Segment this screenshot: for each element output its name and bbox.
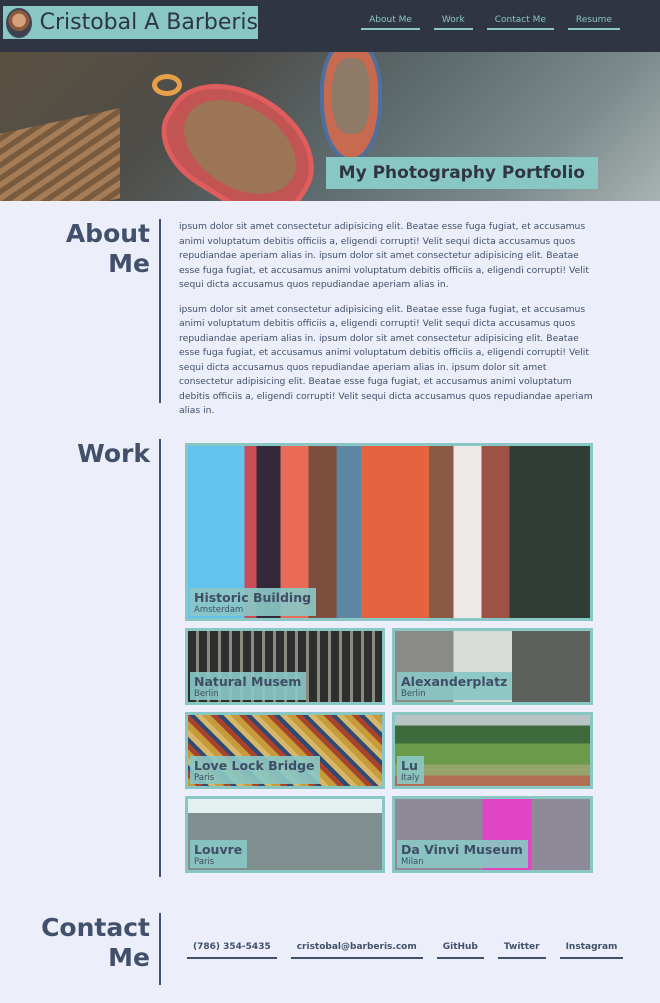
work-tile-da-vinvi-museum[interactable]: Da Vinvi Museum Milan [392,796,593,873]
hero-tagline: My Photography Portfolio [325,157,598,189]
contact-twitter-link[interactable]: Twitter [497,942,546,959]
tile-caption: Lu Italy [397,756,425,784]
contact-title-line1: Contact [41,913,150,942]
about-paragraph: ipsum dolor sit amet consectetur adipisi… [179,303,593,417]
nav-resume[interactable]: Resume [567,15,620,30]
about-title-line2: Me [108,249,150,278]
tile-city: Paris [194,857,215,867]
tile-city: Berlin [194,689,219,699]
brand[interactable]: Cristobal A Barberis [3,6,258,39]
tile-caption: Alexanderplatz Berlin [397,672,513,700]
tile-caption: Natural Musem Berlin [190,672,307,700]
tile-title: Da Vinvi Museum [401,842,523,857]
contact-links: (786) 354-5435 cristobal@barberis.com Gi… [187,942,624,959]
work-tile-natural-musem[interactable]: Natural Musem Berlin [185,628,385,705]
nav-work[interactable]: Work [433,15,473,30]
tile-caption: Louvre Paris [190,840,248,868]
work-divider [159,439,161,877]
contact-phone-link[interactable]: (786) 354-5435 [187,942,277,959]
tile-title: Love Lock Bridge [194,758,315,773]
contact-instagram-link[interactable]: Instagram [559,942,624,959]
work-tile-love-lock-bridge[interactable]: Love Lock Bridge Paris [185,712,385,789]
about-title-line1: About [65,219,150,248]
nav-contact-me[interactable]: Contact Me [486,15,554,30]
about-title: About Me [40,219,150,279]
about-divider [159,219,161,403]
work-title: Work [77,439,150,468]
tile-city: Paris [194,773,215,783]
work-tile-lu[interactable]: Lu Italy [392,712,593,789]
tile-title: Historic Building [194,590,312,605]
site-name: Cristobal A Barberis [39,10,258,35]
about-text: ipsum dolor sit amet consectetur adipisi… [179,220,599,429]
main-nav: About Me Work Contact Me Resume [361,15,620,30]
contact-divider [159,913,161,985]
contact-title-line2: Me [108,943,150,972]
tile-caption: Historic Building Amsterdam [190,588,317,616]
tile-title: Louvre [194,842,243,857]
tile-title: Lu [401,758,418,773]
work-tile-alexanderplatz[interactable]: Alexanderplatz Berlin [392,628,593,705]
tile-city: Amsterdam [194,605,244,615]
hero-dock-image [0,108,120,201]
tile-title: Natural Musem [194,674,302,689]
contact-github-link[interactable]: GitHub [436,942,484,959]
tile-caption: Da Vinvi Museum Milan [397,840,528,868]
work-tile-louvre[interactable]: Louvre Paris [185,796,385,873]
work-tile-historic-building[interactable]: Historic Building Amsterdam [185,443,593,621]
about-paragraph: ipsum dolor sit amet consectetur adipisi… [179,221,589,290]
site-header: Cristobal A Barberis About Me Work Conta… [0,0,660,52]
contact-title: Contact Me [40,913,150,973]
tile-title: Alexanderplatz [401,674,508,689]
avatar [6,7,32,38]
nav-about-me[interactable]: About Me [361,15,420,30]
hero-boat-image [320,52,382,162]
contact-email-link[interactable]: cristobal@barberis.com [290,942,423,959]
tile-city: Milan [401,857,424,867]
tile-caption: Love Lock Bridge Paris [190,756,320,784]
tile-city: Berlin [401,689,426,699]
life-ring-image [152,74,182,96]
tile-city: Italy [401,773,420,783]
